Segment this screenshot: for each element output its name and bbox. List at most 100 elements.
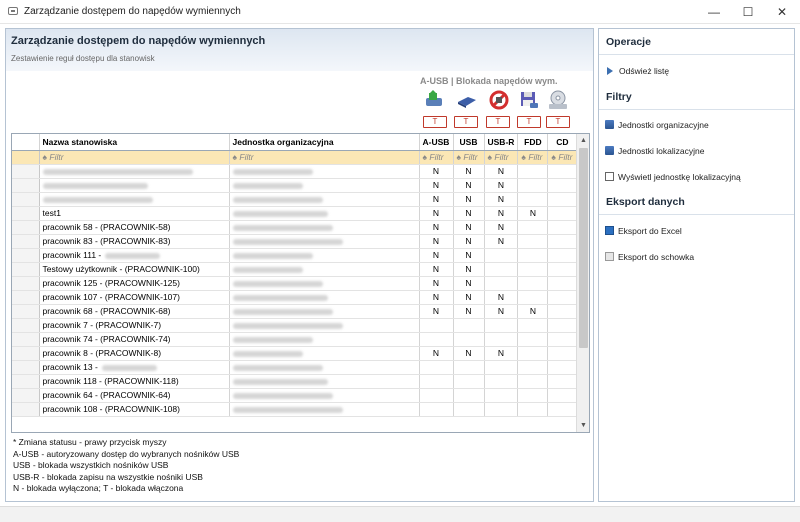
cell-usbr[interactable]: [484, 276, 519, 291]
cell-fdd[interactable]: [517, 276, 549, 291]
cell-cd[interactable]: [547, 360, 578, 375]
cell-org-unit[interactable]: [229, 360, 420, 375]
cell-ausb[interactable]: N: [419, 248, 454, 263]
minimize-button[interactable]: —: [697, 0, 731, 24]
table-row[interactable]: Testowy użytkownik - (PRACOWNIK-100) N N: [12, 262, 578, 277]
row-indicator[interactable]: [12, 220, 40, 235]
row-indicator[interactable]: [12, 178, 40, 193]
cell-usb[interactable]: N: [453, 304, 485, 319]
table-row[interactable]: pracownik 108 - (PRACOWNIK-108): [12, 402, 578, 417]
cell-cd[interactable]: [547, 332, 578, 347]
cell-usbr[interactable]: N: [484, 304, 519, 319]
cell-cd[interactable]: [547, 290, 578, 305]
cell-usbr[interactable]: [484, 360, 519, 375]
cell-station-name[interactable]: pracownik 74 - (PRACOWNIK-74): [39, 332, 230, 347]
cell-ausb[interactable]: [419, 332, 454, 347]
cell-station-name[interactable]: pracownik 125 - (PRACOWNIK-125): [39, 276, 230, 291]
row-indicator[interactable]: [12, 192, 40, 207]
cell-org-unit[interactable]: [229, 318, 420, 333]
column-header-fdd[interactable]: FDD: [517, 134, 549, 151]
cell-ausb[interactable]: [419, 388, 454, 403]
cell-usb[interactable]: [453, 360, 485, 375]
scroll-thumb[interactable]: [579, 148, 588, 348]
cell-station-name[interactable]: pracownik 68 - (PRACOWNIK-68): [39, 304, 230, 319]
row-indicator[interactable]: [12, 248, 40, 263]
cell-usb[interactable]: [453, 374, 485, 389]
cell-org-unit[interactable]: [229, 220, 420, 235]
row-indicator[interactable]: [12, 374, 40, 389]
cell-ausb[interactable]: [419, 360, 454, 375]
scroll-up-icon[interactable]: ▲: [577, 134, 589, 147]
cell-ausb[interactable]: N: [419, 346, 454, 361]
cell-fdd[interactable]: [517, 374, 549, 389]
toggle-ausb-button[interactable]: T: [423, 116, 447, 128]
cell-ausb[interactable]: N: [419, 276, 454, 291]
cell-org-unit[interactable]: [229, 192, 420, 207]
cell-usbr[interactable]: N: [484, 220, 519, 235]
cell-org-unit[interactable]: [229, 290, 420, 305]
cell-fdd[interactable]: [517, 178, 549, 193]
cell-fdd[interactable]: [517, 248, 549, 263]
filter-cell-cd[interactable]: ♠ Filtr: [547, 150, 578, 165]
cell-usb[interactable]: N: [453, 164, 485, 179]
cell-usb[interactable]: [453, 332, 485, 347]
row-indicator[interactable]: [12, 262, 40, 277]
cell-station-name[interactable]: pracownik 13 -: [39, 360, 230, 375]
cell-fdd[interactable]: N: [517, 304, 549, 319]
export-excel-button[interactable]: Eksport do Excel: [605, 226, 682, 236]
table-row[interactable]: NNN: [12, 164, 578, 179]
toggle-usb-button[interactable]: T: [454, 116, 478, 128]
cell-org-unit[interactable]: [229, 248, 420, 263]
cell-usb[interactable]: [453, 318, 485, 333]
row-indicator[interactable]: [12, 388, 40, 403]
row-indicator[interactable]: [12, 332, 40, 347]
cell-cd[interactable]: [547, 388, 578, 403]
cell-org-unit[interactable]: [229, 164, 420, 179]
cell-usb[interactable]: N: [453, 248, 485, 263]
cell-fdd[interactable]: [517, 360, 549, 375]
cell-usb[interactable]: N: [453, 262, 485, 277]
cell-usbr[interactable]: N: [484, 206, 519, 221]
cell-cd[interactable]: [547, 206, 578, 221]
cell-fdd[interactable]: [517, 332, 549, 347]
cell-usbr[interactable]: [484, 262, 519, 277]
cell-station-name[interactable]: [39, 164, 230, 179]
toggle-usbr-button[interactable]: T: [486, 116, 510, 128]
column-header-name[interactable]: Nazwa stanowiska: [39, 134, 230, 151]
cell-fdd[interactable]: [517, 220, 549, 235]
table-row[interactable]: pracownik 83 - (PRACOWNIK-83) N N N: [12, 234, 578, 249]
cell-fdd[interactable]: [517, 388, 549, 403]
cd-drive-icon[interactable]: [547, 89, 569, 111]
cell-station-name[interactable]: pracownik 111 -: [39, 248, 230, 263]
cell-org-unit[interactable]: [229, 178, 420, 193]
row-indicator[interactable]: [12, 360, 40, 375]
cell-fdd[interactable]: [517, 192, 549, 207]
cell-ausb[interactable]: [419, 374, 454, 389]
cell-cd[interactable]: [547, 276, 578, 291]
column-header-usb[interactable]: USB: [453, 134, 485, 151]
cell-org-unit[interactable]: [229, 388, 420, 403]
cell-org-unit[interactable]: [229, 234, 420, 249]
cell-org-unit[interactable]: [229, 262, 420, 277]
cell-org-unit[interactable]: [229, 332, 420, 347]
usb-drive-icon[interactable]: [456, 89, 478, 111]
cell-ausb[interactable]: N: [419, 304, 454, 319]
cell-usb[interactable]: N: [453, 234, 485, 249]
cell-ausb[interactable]: N: [419, 234, 454, 249]
cell-station-name[interactable]: pracownik 83 - (PRACOWNIK-83): [39, 234, 230, 249]
table-row[interactable]: pracownik 111 - NN: [12, 248, 578, 263]
refresh-list-button[interactable]: Odśwież listę: [605, 66, 669, 76]
table-row[interactable]: pracownik 118 - (PRACOWNIK-118): [12, 374, 578, 389]
cell-fdd[interactable]: [517, 164, 549, 179]
stations-grid[interactable]: Nazwa stanowiska Jednostka organizacyjna…: [11, 133, 590, 433]
cell-usb[interactable]: [453, 402, 485, 417]
cell-cd[interactable]: [547, 304, 578, 319]
filter-cell-usbr[interactable]: ♠ Filtr: [484, 150, 519, 165]
cell-cd[interactable]: [547, 220, 578, 235]
cell-fdd[interactable]: [517, 290, 549, 305]
cell-org-unit[interactable]: [229, 276, 420, 291]
cell-usbr[interactable]: N: [484, 234, 519, 249]
cell-usbr[interactable]: [484, 388, 519, 403]
cell-org-unit[interactable]: [229, 402, 420, 417]
cell-station-name[interactable]: pracownik 118 - (PRACOWNIK-118): [39, 374, 230, 389]
